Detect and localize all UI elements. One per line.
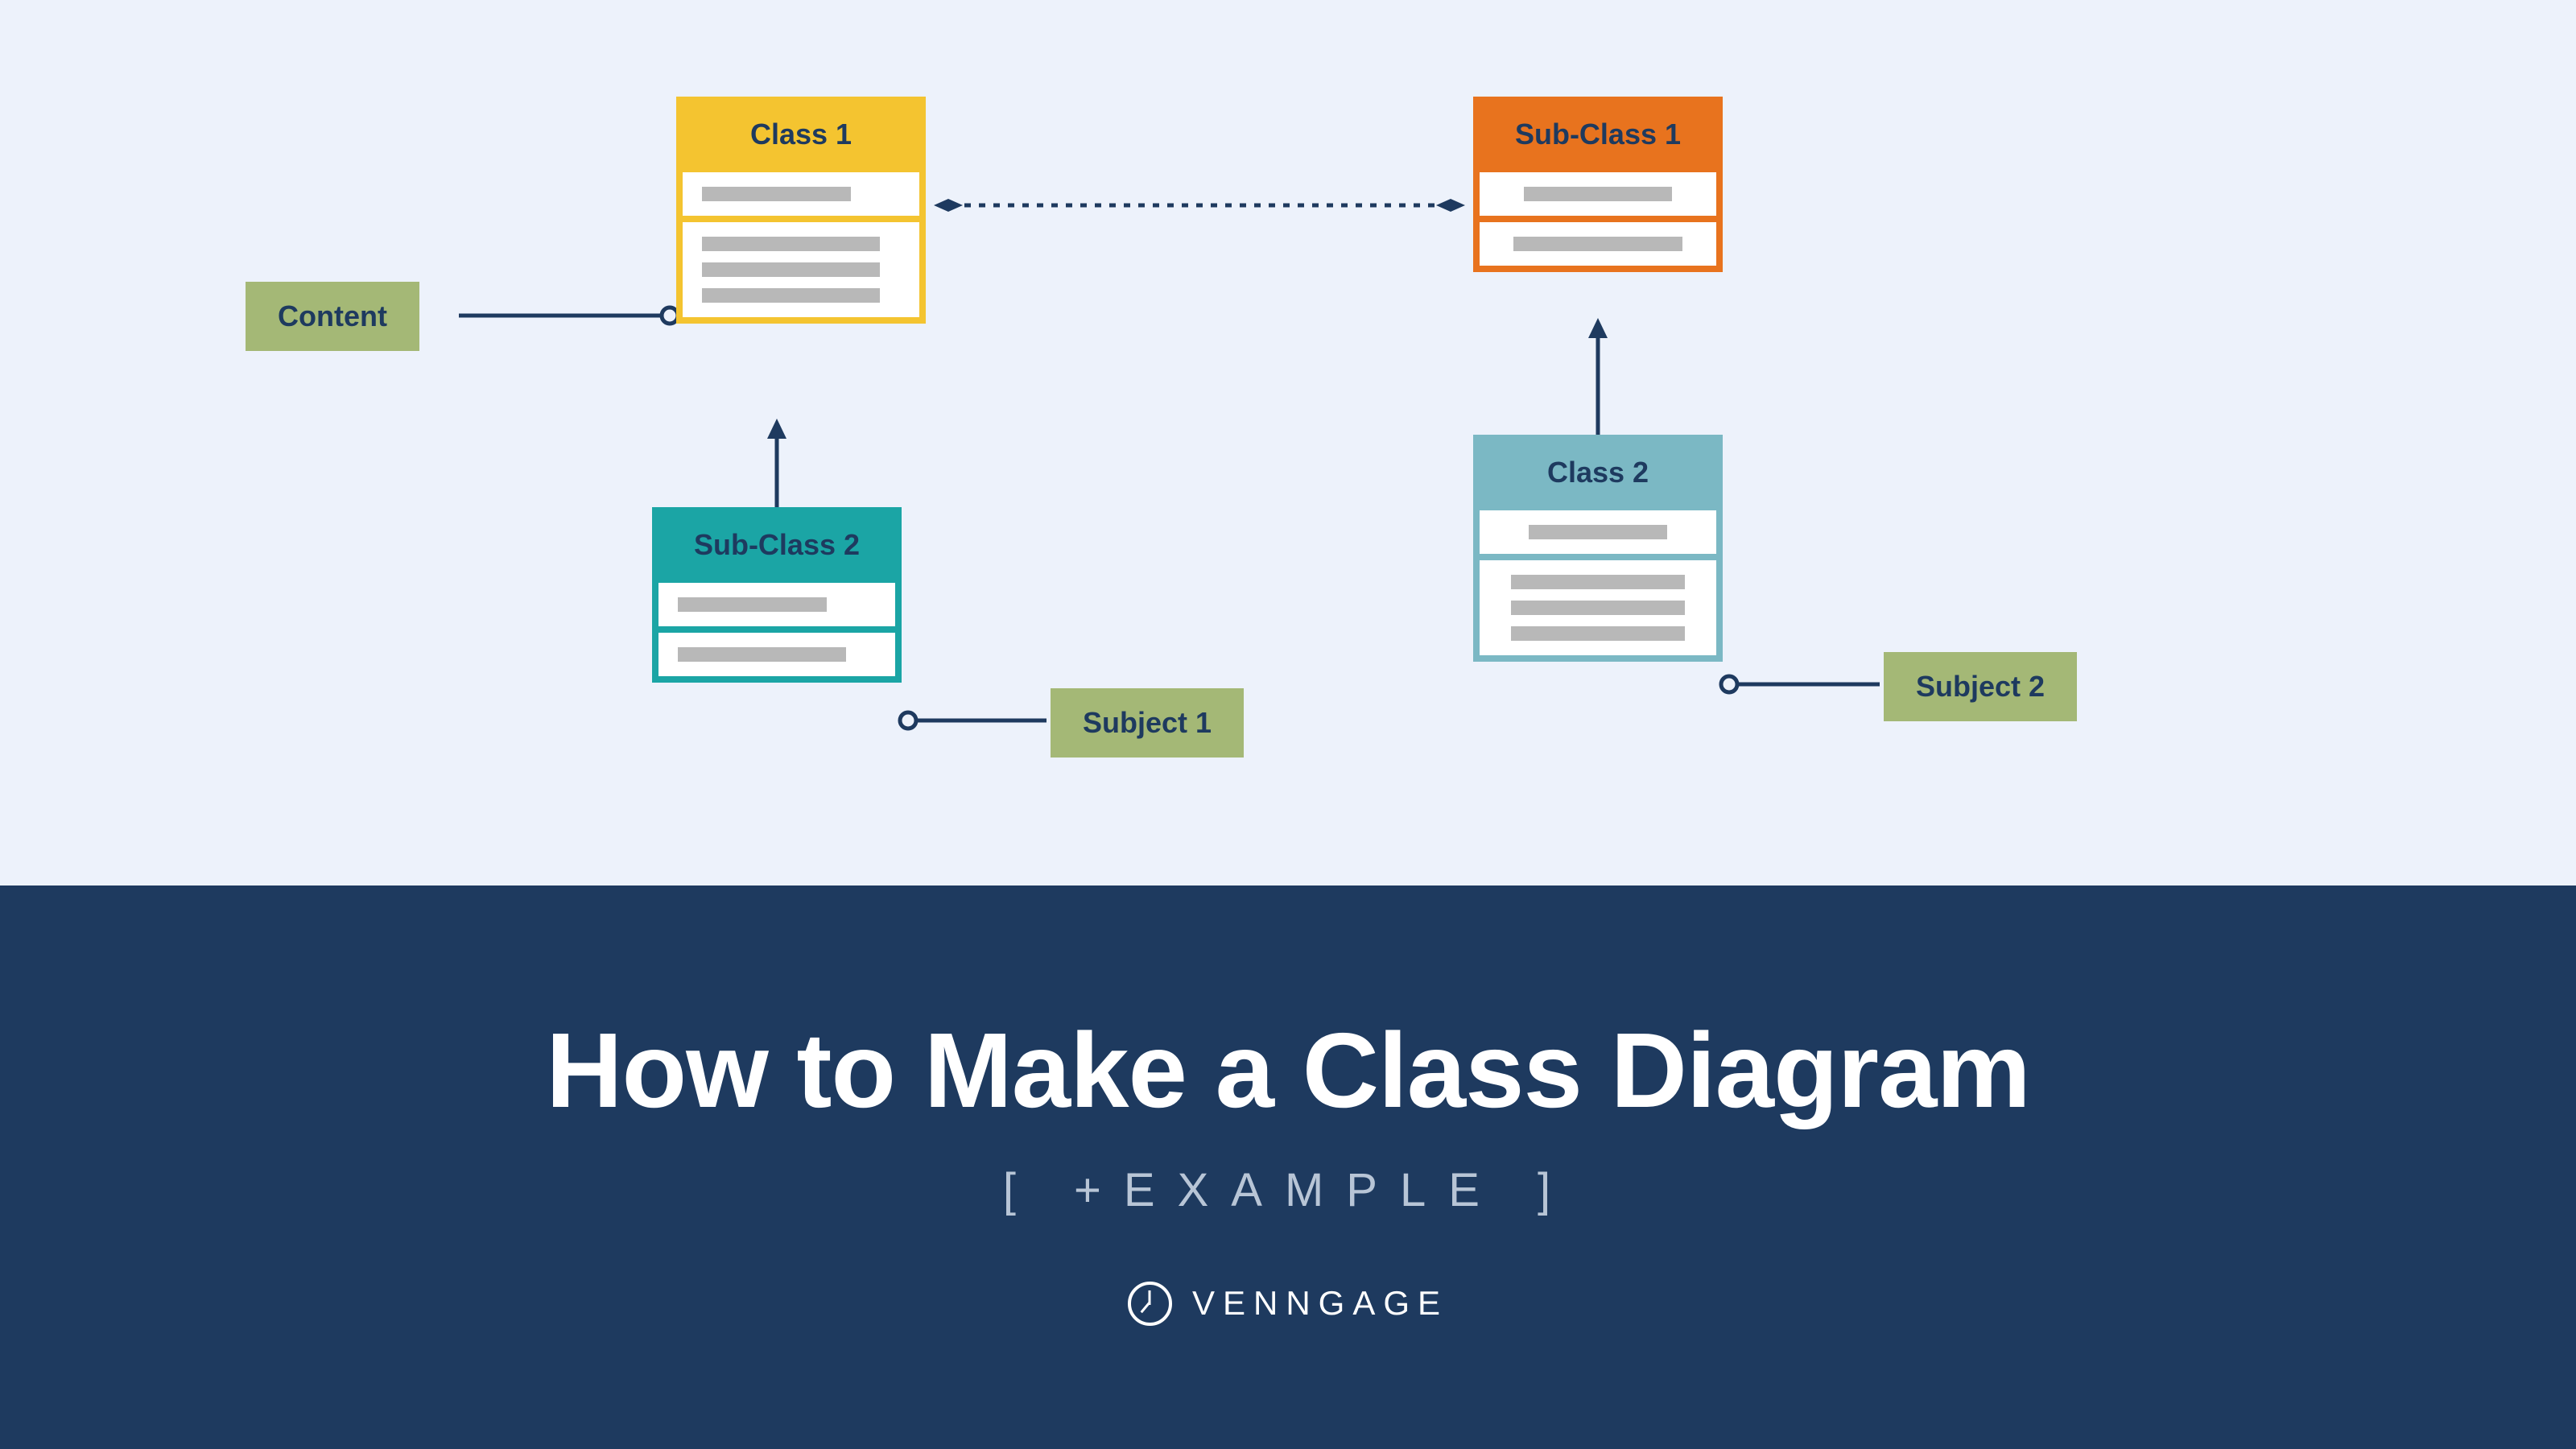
class1-header: Class 1 [683, 103, 919, 166]
tag-content: Content [246, 282, 419, 351]
connectors-layer [0, 0, 2576, 886]
clock-icon [1128, 1282, 1172, 1326]
subclass1-header: Sub-Class 1 [1480, 103, 1716, 166]
class-box-subclass2: Sub-Class 2 [652, 507, 902, 683]
brand-container: VENNGAGE [1128, 1282, 1448, 1326]
main-title: How to Make a Class Diagram [546, 1009, 2030, 1131]
subclass1-section1 [1480, 166, 1716, 216]
subclass2-section2 [658, 626, 895, 676]
class1-section2 [683, 216, 919, 317]
class1-section1 [683, 166, 919, 216]
class-box-class1: Class 1 [676, 97, 926, 324]
diagram-area: Class 1 Sub-Class 1 Sub-Class 2 Clas [0, 0, 2576, 886]
class-box-class2: Class 2 [1473, 435, 1723, 662]
tag-subject1: Subject 1 [1051, 688, 1244, 758]
subclass1-section2 [1480, 216, 1716, 266]
brand-name: VENNGAGE [1192, 1284, 1448, 1323]
footer-area: How to Make a Class Diagram [ +EXAMPLE ]… [0, 886, 2576, 1449]
class2-section2 [1480, 554, 1716, 655]
subclass2-header: Sub-Class 2 [658, 514, 895, 576]
class2-header: Class 2 [1480, 441, 1716, 504]
subtitle: [ +EXAMPLE ] [1003, 1163, 1573, 1217]
tag-subject2: Subject 2 [1884, 652, 2077, 721]
subclass2-section1 [658, 576, 895, 626]
class2-section1 [1480, 504, 1716, 554]
class-box-subclass1: Sub-Class 1 [1473, 97, 1723, 272]
